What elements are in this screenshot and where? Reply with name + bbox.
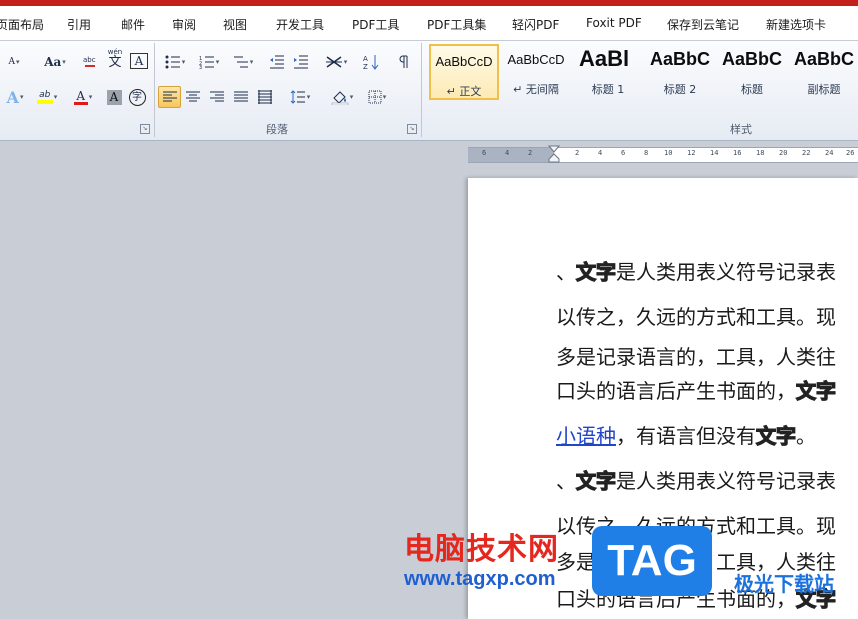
ruler-tick: 8: [644, 149, 649, 157]
text-effects-button[interactable]: A ▾: [2, 87, 28, 107]
tab-qingshan-pdf[interactable]: 轻闪PDF: [512, 16, 559, 33]
watermark-site-name: 极光下载站: [734, 572, 834, 596]
svg-text:Z: Z: [363, 63, 368, 70]
tab-developer[interactable]: 开发工具: [276, 16, 324, 33]
site-watermark: 电脑技术网 www.tagxp.com TAG 极光下载站: [398, 520, 858, 619]
ruler-tick: 16: [733, 149, 742, 157]
asian-layout-icon[interactable]: ▾: [320, 52, 352, 72]
styles-group-label: 样式: [730, 123, 752, 136]
style-heading-1[interactable]: AaBl 标题 1: [573, 44, 643, 100]
paragraph-dialog-launcher-icon[interactable]: ↘: [407, 124, 417, 134]
tab-mailings[interactable]: 邮件: [121, 16, 145, 33]
tab-foxit-pdf[interactable]: Foxit PDF: [586, 16, 642, 30]
phonetic-guide-button[interactable]: wén 文: [104, 48, 126, 70]
change-case-button[interactable]: Aa ▾: [40, 52, 70, 72]
watermark-url: www.tagxp.com: [404, 568, 556, 590]
highlight-color-button[interactable]: ab ▾: [32, 87, 62, 107]
align-right-icon[interactable]: [207, 87, 227, 107]
ribbon: A ▾ Aa ▾ abc wén 文 A A ▾ ab ▾ A ▾ A 字 ↘ …: [0, 41, 858, 141]
doc-line: 多是记录语言的，工具，人类往: [556, 345, 836, 369]
doc-line: 小语种，有语言但没有文字。: [556, 423, 816, 448]
doc-line: 以传之，久远的方式和工具。现: [556, 305, 836, 329]
tab-page-layout[interactable]: 页面布局: [0, 16, 44, 33]
doc-line: 口头的语言后产生书面的，文字: [556, 378, 837, 403]
ruler-tick: 4: [598, 149, 603, 157]
character-shading-button[interactable]: A: [105, 87, 123, 107]
font-dialog-launcher-icon[interactable]: ↘: [140, 124, 150, 134]
shading-icon[interactable]: ▾: [326, 87, 358, 107]
ruler-tick: 2: [528, 149, 533, 157]
hyperlink[interactable]: 小语种: [556, 424, 616, 448]
style-title[interactable]: AaBbC 标题: [717, 44, 787, 100]
ruler-tick: 18: [756, 149, 765, 157]
font-color-button[interactable]: A ▾: [68, 87, 98, 107]
line-spacing-icon[interactable]: ▾: [286, 87, 314, 107]
svg-text:abc: abc: [83, 56, 96, 64]
justify-icon[interactable]: [231, 87, 251, 107]
clear-format-icon[interactable]: abc: [80, 52, 100, 72]
align-left-icon[interactable]: [158, 86, 181, 108]
tab-pdf-toolset[interactable]: PDF工具集: [427, 16, 486, 33]
doc-line: 、文字是人类用表义符号记录表: [556, 259, 836, 284]
group-divider: [421, 43, 422, 137]
tab-review[interactable]: 审阅: [172, 16, 196, 33]
group-divider: [154, 43, 155, 137]
tab-pdf-tools[interactable]: PDF工具: [352, 16, 399, 33]
ruler-tick: 26: [846, 149, 855, 157]
paragraph-group-label: 段落: [266, 123, 288, 136]
ruler-tick: 10: [664, 149, 673, 157]
ruler-tick: 22: [802, 149, 811, 157]
ruler-tick: 6: [621, 149, 626, 157]
ruler-tick: 2: [575, 149, 580, 157]
tab-new-tab[interactable]: 新建选项卡: [766, 16, 826, 33]
style-heading-2[interactable]: AaBbC 标题 2: [645, 44, 715, 100]
borders-icon[interactable]: ▾: [362, 87, 392, 107]
ruler-tick: 12: [687, 149, 696, 157]
ruler-margin: [468, 148, 554, 162]
align-center-icon[interactable]: [183, 87, 203, 107]
style-normal[interactable]: AaBbCcD ↵ 正文: [429, 44, 499, 100]
multilevel-list-icon[interactable]: ▾: [228, 52, 258, 72]
doc-line: 、文字是人类用表义符号记录表: [556, 468, 836, 493]
enclose-characters-button[interactable]: 字: [127, 87, 147, 107]
increase-indent-icon[interactable]: [290, 52, 312, 72]
horizontal-ruler[interactable]: 6 4 2 2 4 6 8 10 12 14 16 18 20 22 24 26: [468, 147, 858, 163]
distributed-icon[interactable]: [255, 87, 275, 107]
decrease-indent-icon[interactable]: [266, 52, 288, 72]
tab-save-to-cloud-note[interactable]: 保存到云笔记: [667, 16, 739, 33]
indent-marker-icon[interactable]: [548, 145, 560, 163]
ribbon-tab-bar: 页面布局 引用 邮件 审阅 视图 开发工具 PDF工具 PDF工具集 轻闪PDF…: [0, 6, 858, 41]
ruler-tick: 14: [710, 149, 719, 157]
tab-references[interactable]: 引用: [67, 16, 91, 33]
tab-view[interactable]: 视图: [223, 16, 247, 33]
ruler-tick: 24: [825, 149, 834, 157]
styles-gallery: AaBbCcD ↵ 正文 AaBbCcD ↵ 无间隔 AaBl 标题 1 AaB…: [428, 44, 858, 104]
sort-icon[interactable]: AZ: [360, 52, 382, 72]
show-marks-icon[interactable]: [396, 52, 412, 72]
watermark-tag-logo: TAG: [592, 526, 712, 596]
bullets-icon[interactable]: ▾: [160, 52, 190, 72]
ruler-tick: 4: [505, 149, 510, 157]
svg-text:3: 3: [199, 65, 202, 69]
style-subtitle[interactable]: AaBbC 副标题: [789, 44, 858, 100]
ruler-tick: 6: [482, 149, 487, 157]
svg-text:A: A: [363, 55, 368, 63]
character-border-button[interactable]: A: [130, 53, 148, 69]
watermark-cn-text: 电脑技术网: [404, 532, 559, 567]
shrink-font-button[interactable]: A ▾: [0, 52, 28, 72]
ruler-tick: 20: [779, 149, 788, 157]
numbering-icon[interactable]: 1 2 3 ▾: [194, 52, 224, 72]
style-no-spacing[interactable]: AaBbCcD ↵ 无间隔: [501, 44, 571, 100]
